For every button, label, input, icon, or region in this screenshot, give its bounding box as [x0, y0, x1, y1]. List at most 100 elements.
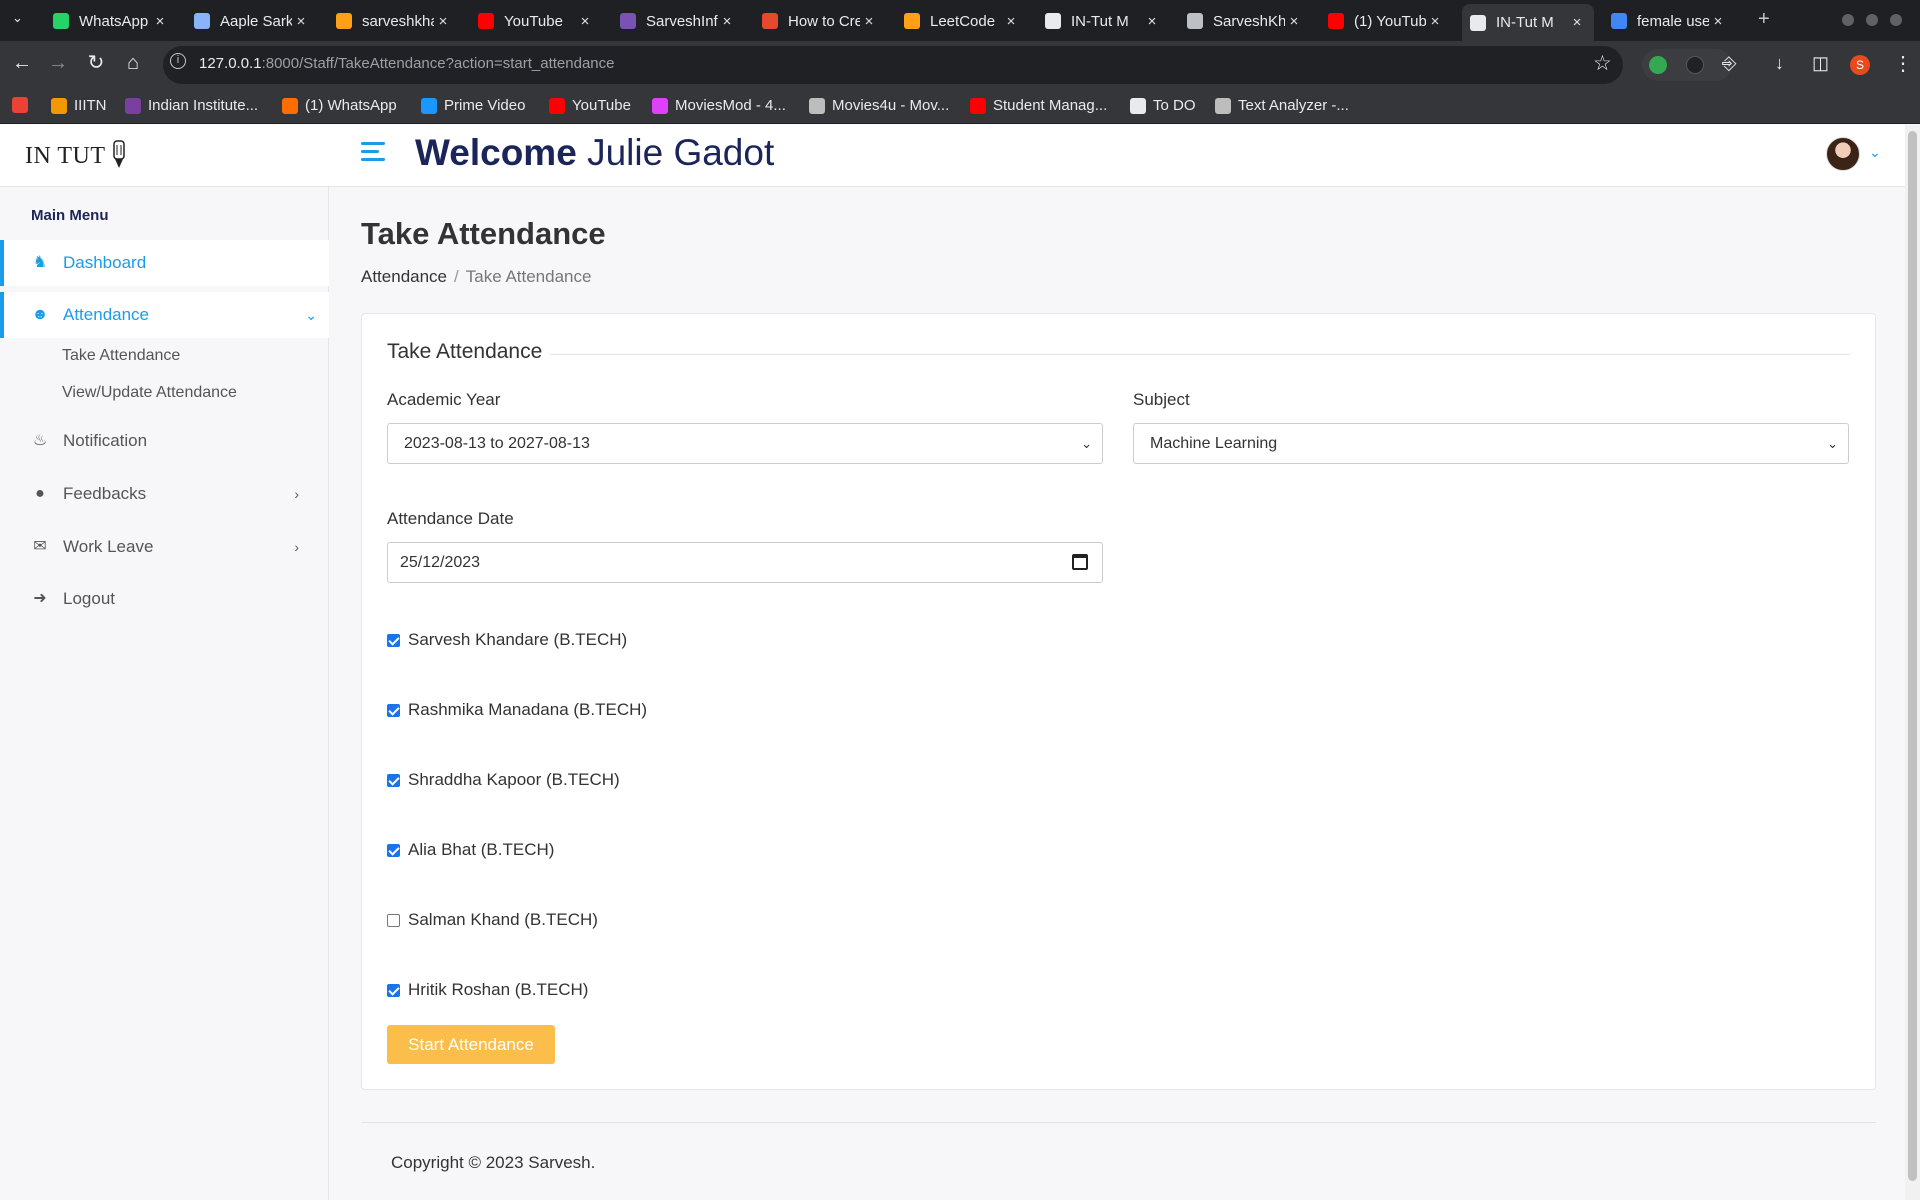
bookmark-label: To DO [1153, 97, 1196, 114]
sidebar-item-feedbacks[interactable]: ● Feedbacks › [0, 471, 329, 517]
bell-icon: ♨ [32, 432, 48, 449]
browser-tab[interactable]: LeetCode × [896, 6, 1028, 36]
student-checkbox[interactable] [387, 703, 400, 717]
bookmark-item[interactable] [12, 97, 35, 113]
bookmark-item[interactable]: Text Analyzer -... [1215, 97, 1349, 114]
browser-tab[interactable]: female user × [1603, 6, 1735, 36]
sidebar-item-work-leave[interactable]: ✉ Work Leave › [0, 524, 329, 570]
profile-avatar-icon[interactable]: S [1850, 55, 1870, 75]
site-info-icon[interactable]: i [170, 53, 186, 69]
browser-tab-label: YouTube [504, 12, 563, 30]
browser-tab[interactable]: YouTube × [470, 6, 602, 36]
close-tab-icon[interactable]: × [1568, 14, 1586, 31]
sidebar-item-dashboard[interactable]: ♞ Dashboard [0, 240, 329, 286]
bookmark-star-icon[interactable]: ☆ [1593, 51, 1612, 76]
bookmark-item[interactable]: Movies4u - Mov... [809, 97, 949, 114]
close-tab-icon[interactable]: × [151, 13, 169, 30]
browser-tab[interactable]: IN-Tut M × [1462, 4, 1594, 41]
new-tab-button[interactable]: + [1758, 8, 1770, 31]
browser-tab[interactable]: SarveshInfo× [612, 6, 744, 36]
sidebar-item-logout[interactable]: ➜ Logout [0, 576, 329, 622]
close-tab-icon[interactable]: × [576, 13, 594, 30]
download-icon[interactable]: ↓ [1775, 53, 1784, 74]
maximize-window-icon[interactable] [1866, 14, 1878, 26]
scrollbar-thumb[interactable] [1908, 131, 1917, 1181]
student-checkbox[interactable] [387, 913, 400, 927]
whatsapp-icon [53, 13, 69, 29]
student-checkbox[interactable] [387, 633, 400, 647]
minimize-window-icon[interactable] [1842, 14, 1854, 26]
sidebar-item-attendance[interactable]: ☻ Attendance ⌄ [0, 292, 329, 338]
dashboard-icon: ♞ [32, 254, 48, 271]
sidebar-item-label: Feedbacks [63, 484, 147, 503]
sidebar-item-notification[interactable]: ♨ Notification [0, 418, 329, 464]
bookmark-item[interactable]: Prime Video [421, 97, 525, 114]
browser-tab-bar: ⌄ WhatsApp× Aaple Sarkar× sarveshkhandare×… [0, 0, 1920, 41]
iiitn-icon [51, 97, 67, 114]
start-attendance-button[interactable]: Start Attendance [387, 1025, 555, 1064]
bookmark-item[interactable]: To DO [1130, 97, 1196, 114]
comment-icon: ● [35, 485, 45, 502]
extensions-puzzle-icon[interactable]: ⎆ [1722, 53, 1736, 74]
student-checkbox-row[interactable]: Salman Khand (B.TECH) [387, 910, 598, 930]
subject-select[interactable]: Machine Learning ⌄ [1133, 423, 1849, 464]
tab-search-icon[interactable]: ⌄ [12, 10, 23, 26]
chevron-down-icon[interactable]: ⌄ [1869, 144, 1881, 161]
back-icon[interactable]: ← [10, 53, 34, 73]
calendar-icon[interactable] [1072, 554, 1088, 570]
page-scrollbar[interactable] [1905, 125, 1920, 1200]
student-checkbox[interactable] [387, 773, 400, 787]
attendance-icon: ☻ [31, 306, 49, 323]
breadcrumb-attendance[interactable]: Attendance [361, 267, 447, 286]
extension-dark-icon[interactable] [1686, 56, 1704, 74]
bookmark-item[interactable]: Student Manag... [970, 97, 1107, 114]
browser-tab[interactable]: WhatsApp × [45, 6, 177, 36]
intut-icon [1470, 14, 1486, 31]
close-tab-icon[interactable]: × [1285, 13, 1303, 30]
close-tab-icon[interactable]: × [1709, 13, 1727, 30]
close-tab-icon[interactable]: × [718, 13, 736, 30]
side-panel-icon[interactable]: ◫ [1812, 53, 1829, 74]
student-checkbox[interactable] [387, 843, 400, 857]
bookmark-item[interactable]: YouTube [549, 97, 631, 114]
browser-menu-icon[interactable]: ⋮ [1893, 51, 1913, 76]
browser-tab[interactable]: SarveshKhandare× [1179, 6, 1311, 36]
browser-tab[interactable]: (1) YouTube× [1320, 6, 1452, 36]
student-checkbox-row[interactable]: Shraddha Kapoor (B.TECH) [387, 770, 620, 790]
reload-icon[interactable]: ↻ [84, 53, 108, 73]
extension-plus-icon[interactable] [1649, 56, 1667, 74]
student-checkbox-row[interactable]: Rashmika Manadana (B.TECH) [387, 700, 647, 720]
browser-tab[interactable]: sarveshkhandare× [328, 6, 460, 36]
sidebar-subitem-view-update-attendance[interactable]: View/Update Attendance [62, 384, 237, 402]
close-window-icon[interactable] [1890, 14, 1902, 26]
student-checkbox-row[interactable]: Sarvesh Khandare (B.TECH) [387, 630, 627, 650]
browser-tab[interactable]: Aaple Sarkar× [186, 6, 318, 36]
student-checkbox[interactable] [387, 983, 400, 997]
logo-area[interactable]: IN TUT [0, 125, 329, 187]
close-tab-icon[interactable]: × [292, 13, 310, 30]
sidebar-subitem-take-attendance[interactable]: Take Attendance [62, 347, 180, 365]
user-avatar[interactable] [1826, 137, 1860, 171]
bookmark-item[interactable]: MoviesMod - 4... [652, 97, 786, 114]
student-checkbox-row[interactable]: Hritik Roshan (B.TECH) [387, 980, 588, 1000]
url-text[interactable]: 127.0.0.1:8000/Staff/TakeAttendance?acti… [199, 55, 614, 72]
academic-year-select[interactable]: 2023-08-13 to 2027-08-13 ⌄ [387, 423, 1103, 464]
close-tab-icon[interactable]: × [860, 13, 878, 30]
close-tab-icon[interactable]: × [434, 13, 452, 30]
home-icon[interactable]: ⌂ [121, 53, 145, 73]
attendance-date-input[interactable]: 25/12/2023 [387, 542, 1103, 583]
close-tab-icon[interactable]: × [1002, 13, 1020, 30]
forward-icon[interactable]: → [46, 53, 70, 73]
top-header: Welcome Julie Gadot ⌄ [329, 125, 1905, 187]
browser-tab[interactable]: How to Create× [754, 6, 886, 36]
institute-icon [125, 97, 141, 114]
close-tab-icon[interactable]: × [1426, 13, 1444, 30]
bookmark-label: IIITN [74, 97, 107, 114]
browser-tab[interactable]: IN-Tut M × [1037, 6, 1169, 36]
student-checkbox-row[interactable]: Alia Bhat (B.TECH) [387, 840, 554, 860]
bookmark-item[interactable]: Indian Institute... [125, 97, 258, 114]
close-tab-icon[interactable]: × [1143, 13, 1161, 30]
hamburger-menu-icon[interactable] [361, 142, 385, 166]
bookmark-item[interactable]: IIITN [51, 97, 107, 114]
bookmark-item[interactable]: (1) WhatsApp [282, 97, 397, 114]
